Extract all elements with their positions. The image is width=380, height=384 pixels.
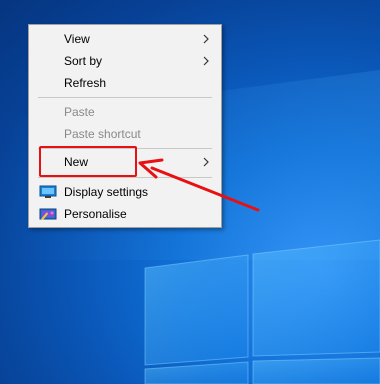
menu-item-new[interactable]: New <box>32 151 218 173</box>
chevron-right-icon <box>203 56 209 66</box>
personalise-icon <box>39 208 57 220</box>
display-settings-icon <box>39 185 57 198</box>
menu-item-paste: Paste <box>32 101 218 123</box>
menu-item-display-settings[interactable]: Display settings <box>32 181 218 203</box>
chevron-right-icon <box>203 34 209 44</box>
menu-item-paste-shortcut: Paste shortcut <box>32 123 218 145</box>
menu-item-personalise-label: Personalise <box>64 207 127 221</box>
menu-item-paste-label: Paste <box>64 105 95 119</box>
menu-item-sort-by-label: Sort by <box>64 54 103 68</box>
menu-item-view-label: View <box>64 32 90 46</box>
menu-item-refresh-label: Refresh <box>64 76 107 90</box>
menu-item-paste-shortcut-label: Paste shortcut <box>64 127 141 141</box>
menu-item-refresh[interactable]: Refresh <box>32 72 218 94</box>
menu-separator <box>38 148 212 149</box>
menu-separator <box>38 97 212 98</box>
menu-item-personalise[interactable]: Personalise <box>32 203 218 225</box>
desktop-context-menu: View Sort by Refresh Paste Paste shortcu… <box>28 24 222 228</box>
menu-item-display-settings-label: Display settings <box>64 185 149 199</box>
menu-item-sort-by[interactable]: Sort by <box>32 50 218 72</box>
menu-separator <box>38 177 212 178</box>
menu-item-new-label: New <box>64 155 89 169</box>
menu-item-view[interactable]: View <box>32 28 218 50</box>
chevron-right-icon <box>203 157 209 167</box>
